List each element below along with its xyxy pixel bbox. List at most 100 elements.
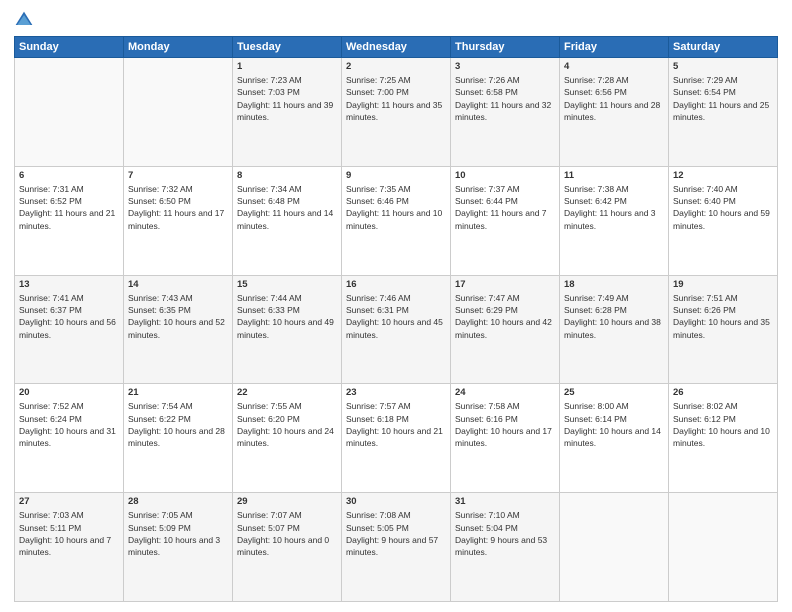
day-info: Sunrise: 7:44 AMSunset: 6:33 PMDaylight:… [237,292,337,341]
calendar-cell: 20Sunrise: 7:52 AMSunset: 6:24 PMDayligh… [15,384,124,493]
day-number: 14 [128,279,228,290]
day-number: 5 [673,61,773,72]
day-number: 30 [346,496,446,507]
calendar-cell: 2Sunrise: 7:25 AMSunset: 7:00 PMDaylight… [342,58,451,167]
day-number: 31 [455,496,555,507]
logo [14,10,38,30]
calendar-cell: 7 Sunrise: 7:32 AMSunset: 6:50 PMDaylight… [124,166,233,275]
calendar-cell: 26Sunrise: 8:02 AMSunset: 6:12 PMDayligh… [669,384,778,493]
day-number: 15 [237,279,337,290]
day-info: Sunrise: 7:23 AMSunset: 7:03 PMDaylight:… [237,74,337,123]
calendar-cell: 4 Sunrise: 7:28 AMSunset: 6:56 PMDaylight… [560,58,669,167]
day-info: Sunrise: 7:55 AMSunset: 6:20 PMDaylight:… [237,400,337,449]
day-number: 28 [128,496,228,507]
calendar-cell [669,493,778,602]
day-info: Sunrise: 7:38 AMSunset: 6:42 PMDaylight:… [564,183,664,232]
calendar-cell: 29 Sunrise: 7:07 AMSunset: 5:07 PMDayligh… [233,493,342,602]
day-number: 1 [237,61,337,72]
day-info: Sunrise: 8:02 AMSunset: 6:12 PMDaylight:… [673,400,773,449]
weekday-friday: Friday [560,37,669,58]
calendar-cell: 22Sunrise: 7:55 AMSunset: 6:20 PMDayligh… [233,384,342,493]
calendar-cell: 19Sunrise: 7:51 AMSunset: 6:26 PMDayligh… [669,275,778,384]
calendar-cell: 12 Sunrise: 7:40 AMSunset: 6:40 PMDayligh… [669,166,778,275]
day-number: 29 [237,496,337,507]
day-info: Sunrise: 7:07 AMSunset: 5:07 PMDaylight:… [237,509,337,558]
day-number: 24 [455,387,555,398]
calendar-cell: 21 Sunrise: 7:54 AMSunset: 6:22 PMDayligh… [124,384,233,493]
day-number: 21 [128,387,228,398]
calendar-cell: 9 Sunrise: 7:35 AMSunset: 6:46 PMDaylight… [342,166,451,275]
calendar-cell: 30 Sunrise: 7:08 AMSunset: 5:05 PMDayligh… [342,493,451,602]
day-info: Sunrise: 7:31 AMSunset: 6:52 PMDaylight:… [19,183,119,232]
day-info: Sunrise: 7:37 AMSunset: 6:44 PMDaylight:… [455,183,555,232]
day-number: 9 [346,170,446,181]
logo-icon [14,10,34,30]
day-number: 6 [19,170,119,181]
day-number: 17 [455,279,555,290]
day-info: Sunrise: 8:00 AMSunset: 6:14 PMDaylight:… [564,400,664,449]
weekday-thursday: Thursday [451,37,560,58]
day-number: 12 [673,170,773,181]
calendar-cell: 17 Sunrise: 7:47 AMSunset: 6:29 PMDayligh… [451,275,560,384]
calendar-cell: 14 Sunrise: 7:43 AMSunset: 6:35 PMDayligh… [124,275,233,384]
day-number: 8 [237,170,337,181]
day-info: Sunrise: 7:49 AMSunset: 6:28 PMDaylight:… [564,292,664,341]
day-info: Sunrise: 7:32 AMSunset: 6:50 PMDaylight:… [128,183,228,232]
day-number: 4 [564,61,664,72]
calendar-week-2: 6 Sunrise: 7:31 AMSunset: 6:52 PMDaylight… [15,166,778,275]
day-info: Sunrise: 7:47 AMSunset: 6:29 PMDaylight:… [455,292,555,341]
day-info: Sunrise: 7:41 AMSunset: 6:37 PMDaylight:… [19,292,119,341]
calendar-week-5: 27 Sunrise: 7:03 AMSunset: 5:11 PMDayligh… [15,493,778,602]
day-info: Sunrise: 7:54 AMSunset: 6:22 PMDaylight:… [128,400,228,449]
day-info: Sunrise: 7:35 AMSunset: 6:46 PMDaylight:… [346,183,446,232]
day-info: Sunrise: 7:34 AMSunset: 6:48 PMDaylight:… [237,183,337,232]
weekday-wednesday: Wednesday [342,37,451,58]
calendar-week-4: 20Sunrise: 7:52 AMSunset: 6:24 PMDayligh… [15,384,778,493]
day-info: Sunrise: 7:25 AMSunset: 7:00 PMDaylight:… [346,74,446,123]
calendar-cell: 23 Sunrise: 7:57 AMSunset: 6:18 PMDayligh… [342,384,451,493]
day-info: Sunrise: 7:40 AMSunset: 6:40 PMDaylight:… [673,183,773,232]
day-number: 19 [673,279,773,290]
day-number: 25 [564,387,664,398]
day-number: 7 [128,170,228,181]
day-info: Sunrise: 7:58 AMSunset: 6:16 PMDaylight:… [455,400,555,449]
calendar-cell: 1 Sunrise: 7:23 AMSunset: 7:03 PMDaylight… [233,58,342,167]
day-number: 10 [455,170,555,181]
day-info: Sunrise: 7:57 AMSunset: 6:18 PMDaylight:… [346,400,446,449]
day-number: 23 [346,387,446,398]
page: SundayMondayTuesdayWednesdayThursdayFrid… [0,0,792,612]
weekday-tuesday: Tuesday [233,37,342,58]
day-number: 16 [346,279,446,290]
day-number: 11 [564,170,664,181]
day-number: 27 [19,496,119,507]
calendar-cell: 25 Sunrise: 8:00 AMSunset: 6:14 PMDayligh… [560,384,669,493]
day-info: Sunrise: 7:03 AMSunset: 5:11 PMDaylight:… [19,509,119,558]
day-info: Sunrise: 7:29 AMSunset: 6:54 PMDaylight:… [673,74,773,123]
calendar-cell: 24 Sunrise: 7:58 AMSunset: 6:16 PMDayligh… [451,384,560,493]
header [14,10,778,30]
calendar-cell: 27 Sunrise: 7:03 AMSunset: 5:11 PMDayligh… [15,493,124,602]
weekday-header-row: SundayMondayTuesdayWednesdayThursdayFrid… [15,37,778,58]
calendar-cell: 13 Sunrise: 7:41 AMSunset: 6:37 PMDayligh… [15,275,124,384]
day-info: Sunrise: 7:05 AMSunset: 5:09 PMDaylight:… [128,509,228,558]
calendar-cell: 10 Sunrise: 7:37 AMSunset: 6:44 PMDayligh… [451,166,560,275]
calendar-cell: 11 Sunrise: 7:38 AMSunset: 6:42 PMDayligh… [560,166,669,275]
day-info: Sunrise: 7:10 AMSunset: 5:04 PMDaylight:… [455,509,555,558]
day-number: 13 [19,279,119,290]
calendar-cell: 28 Sunrise: 7:05 AMSunset: 5:09 PMDayligh… [124,493,233,602]
calendar-week-3: 13 Sunrise: 7:41 AMSunset: 6:37 PMDayligh… [15,275,778,384]
calendar-cell [15,58,124,167]
calendar-week-1: 1 Sunrise: 7:23 AMSunset: 7:03 PMDaylight… [15,58,778,167]
weekday-monday: Monday [124,37,233,58]
day-info: Sunrise: 7:26 AMSunset: 6:58 PMDaylight:… [455,74,555,123]
calendar-table: SundayMondayTuesdayWednesdayThursdayFrid… [14,36,778,602]
day-info: Sunrise: 7:28 AMSunset: 6:56 PMDaylight:… [564,74,664,123]
day-info: Sunrise: 7:08 AMSunset: 5:05 PMDaylight:… [346,509,446,558]
calendar-cell: 3 Sunrise: 7:26 AMSunset: 6:58 PMDaylight… [451,58,560,167]
day-info: Sunrise: 7:43 AMSunset: 6:35 PMDaylight:… [128,292,228,341]
day-number: 20 [19,387,119,398]
day-number: 3 [455,61,555,72]
calendar-cell: 8 Sunrise: 7:34 AMSunset: 6:48 PMDaylight… [233,166,342,275]
day-number: 18 [564,279,664,290]
weekday-saturday: Saturday [669,37,778,58]
